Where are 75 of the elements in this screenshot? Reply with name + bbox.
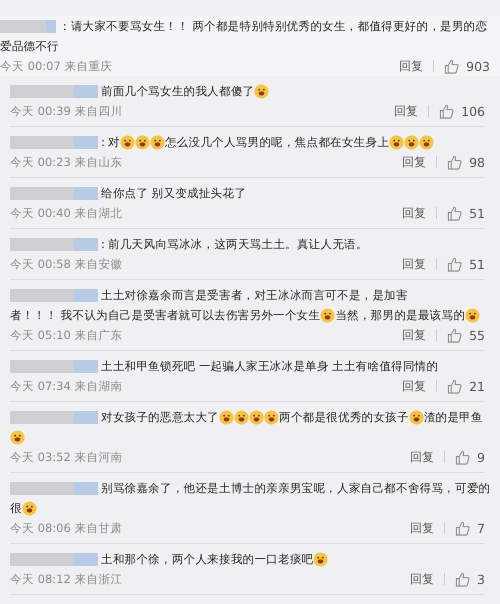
comment-text: 土土和甲鱼锁死吧 一起骗人家王冰冰是单身 土土有啥值得同情的 xyxy=(101,358,438,374)
thumbs-up-icon[interactable] xyxy=(447,256,462,272)
comment-text: ：请大家不要骂女生！！ 两个都是特别特别优秀的女生，都值得更好的，是男的恋 xyxy=(59,18,488,34)
reply-button[interactable]: 回复 xyxy=(394,102,418,120)
emoji-icon xyxy=(465,308,480,322)
reply-button[interactable]: 回复 xyxy=(402,154,426,170)
comment-meta: 今天 00:58 来自安徽 xyxy=(10,256,124,272)
emoji-icon xyxy=(234,410,250,424)
thumbs-up-icon[interactable] xyxy=(455,572,470,586)
comment-text: 两个都是很优秀的女孩子 xyxy=(279,410,409,424)
comment-text: 别骂徐嘉余了，他还是土博士的亲亲男宝呢，人家自己都不舍得骂，可爱的 xyxy=(101,480,490,496)
thumbs-up-icon[interactable] xyxy=(444,58,460,74)
comment-text: : 前几天风向骂冰冰，这两天骂土土。真让人无语。 xyxy=(101,236,368,252)
comment-text: 渣的是甲鱼 xyxy=(424,410,483,424)
emoji-icon xyxy=(320,308,336,322)
like-count: 98 xyxy=(469,154,485,170)
emoji-icon xyxy=(264,410,280,424)
emoji-icon xyxy=(134,134,150,150)
thumbs-up-icon[interactable] xyxy=(455,450,470,464)
comment-text: 爱品德不行 xyxy=(0,38,60,54)
comment-meta: 今天 07:34 来自湖南 xyxy=(10,378,124,394)
comment-meta: 今天 08:12 来自浙江 xyxy=(10,572,124,586)
blurred-username xyxy=(0,20,56,32)
like-count: 21 xyxy=(469,378,485,394)
emoji-icon xyxy=(389,134,404,150)
comment-text: 对女孩子的恶意太大了 xyxy=(101,410,220,424)
comment-meta: 今天 03:52 来自河南 xyxy=(10,450,124,464)
emoji-icon xyxy=(408,410,424,424)
emoji-icon xyxy=(254,84,270,98)
thumbs-up-icon[interactable] xyxy=(455,520,470,536)
comment-meta: 今天 00:23 来自山东 xyxy=(10,154,124,170)
emoji-icon xyxy=(249,410,264,424)
comment-meta: 今天 08:06 来自甘肃 xyxy=(10,520,124,536)
comment-text: 给你点了 别又变成扯头花了 xyxy=(101,186,246,200)
like-count: 51 xyxy=(469,206,485,220)
comment-text: 当然，那男的是最该骂的 xyxy=(335,308,466,322)
emoji-icon xyxy=(419,134,434,150)
thumbs-up-icon[interactable] xyxy=(447,154,462,170)
comment-text: 很 xyxy=(10,500,22,516)
thumbs-up-icon[interactable] xyxy=(439,104,454,118)
comment-meta: 今天 00:40 来自湖北 xyxy=(10,206,124,220)
like-count: 9 xyxy=(477,450,485,464)
reply-button[interactable]: 回复 xyxy=(402,204,426,222)
comment-text: 怎么没几个人骂男的呢，焦点都在女生身上 xyxy=(164,134,390,150)
thumbs-up-icon[interactable] xyxy=(447,328,462,342)
like-count: 7 xyxy=(477,520,485,536)
reply-button[interactable]: 回复 xyxy=(402,326,426,344)
thumbs-up-icon[interactable] xyxy=(447,206,462,220)
reply-button[interactable]: 回复 xyxy=(410,570,434,588)
emoji-icon xyxy=(219,410,234,424)
emoji-icon xyxy=(22,500,37,516)
reply-button[interactable]: 回复 xyxy=(410,448,434,466)
comment-text: 前面几个骂女生的我人都傻了 xyxy=(101,84,254,98)
comment-text: 土和那个徐，两个人来接我的一口老痰吧 xyxy=(101,552,314,566)
emoji-icon xyxy=(10,430,25,444)
emoji-icon xyxy=(404,134,420,150)
reply-button[interactable]: 回复 xyxy=(402,256,426,272)
like-count: 55 xyxy=(469,328,485,342)
reply-button[interactable]: 回复 xyxy=(399,58,424,74)
reply-button[interactable]: 回复 xyxy=(410,520,434,536)
comment-text: 者！！！ 我不认为自己是受害者就可以去伤害另外一个女生 xyxy=(10,308,320,322)
emoji-icon xyxy=(120,134,135,150)
comment-text: : 对 xyxy=(101,134,120,150)
reply-button[interactable]: 回复 xyxy=(402,378,426,394)
like-count: 3 xyxy=(477,572,485,586)
like-count: 106 xyxy=(461,104,485,118)
comment-meta: 今天 00:07 来自重庆 xyxy=(0,58,114,74)
comment-meta: 今天 05:10 来自广东 xyxy=(10,328,124,342)
thumbs-up-icon[interactable] xyxy=(447,378,462,394)
comment-text: 土土对徐嘉余而言是受害者，对王冰冰而言可不是，是加害 xyxy=(101,288,408,302)
emoji-icon xyxy=(150,134,165,150)
emoji-icon xyxy=(313,552,328,566)
comment-meta: 今天 00:39 来自四川 xyxy=(10,104,124,118)
like-count: 51 xyxy=(469,256,485,272)
like-count: 903 xyxy=(466,58,490,74)
